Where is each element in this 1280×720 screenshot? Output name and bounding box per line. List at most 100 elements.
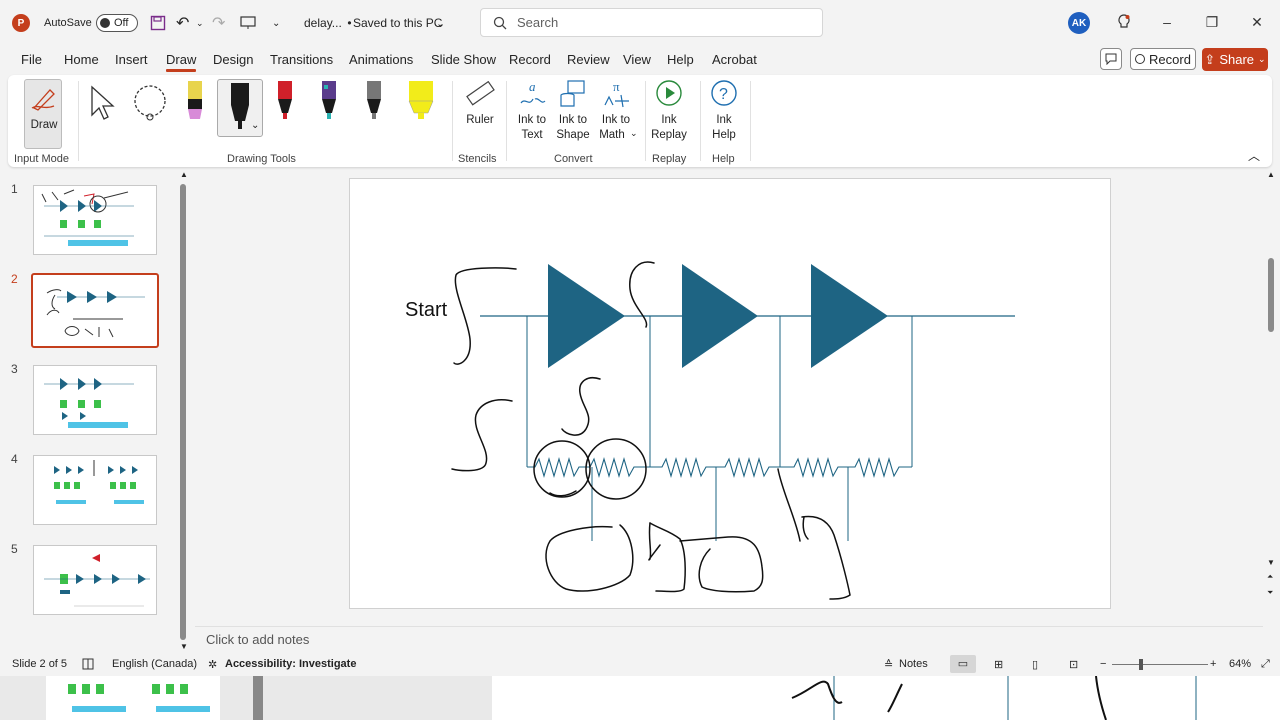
slide-info[interactable]: Slide 2 of 5 xyxy=(12,658,67,670)
tab-home[interactable]: Home xyxy=(64,52,99,67)
autosave-label: AutoSave xyxy=(44,17,92,29)
accessibility-icon[interactable]: ✲ xyxy=(208,658,217,671)
lasso-select-icon[interactable] xyxy=(132,83,168,126)
tab-transitions[interactable]: Transitions xyxy=(270,52,333,67)
collapse-ribbon-icon[interactable]: ︿ xyxy=(1248,147,1260,164)
pen-red-icon[interactable] xyxy=(276,81,294,126)
ink-to-math-dropdown-icon[interactable]: ⌄ xyxy=(630,128,638,139)
minimize-icon[interactable]: – xyxy=(1155,10,1179,34)
slide-thumbnail-3[interactable] xyxy=(33,365,157,435)
slide-thumbnail-2[interactable] xyxy=(31,273,159,348)
close-icon[interactable]: ✕ xyxy=(1245,10,1269,34)
notes-button[interactable]: Notes xyxy=(899,658,928,670)
notes-pane[interactable]: Click to add notes xyxy=(195,626,1263,654)
tab-slide-show[interactable]: Slide Show xyxy=(431,52,496,67)
slide-thumbnail-1[interactable] xyxy=(33,185,157,255)
autosave-state: Off xyxy=(114,17,129,29)
tab-review[interactable]: Review xyxy=(567,52,610,67)
ink-replay-button[interactable]: Ink Replay xyxy=(649,79,689,147)
restore-icon[interactable]: ❐ xyxy=(1200,10,1224,34)
group-drawing-tools: Drawing Tools xyxy=(227,153,296,165)
autosave-toggle[interactable]: Off xyxy=(96,0,138,46)
slide-scroll-thumb[interactable] xyxy=(1268,258,1274,332)
fit-to-window-icon[interactable]: ⤢ xyxy=(1261,658,1270,671)
svg-text:π: π xyxy=(613,79,620,94)
slide-thumbnail-5[interactable] xyxy=(33,545,157,615)
customize-toolbar-icon[interactable]: ⌄ xyxy=(272,0,280,46)
spelling-icon[interactable] xyxy=(82,658,94,673)
slideshow-view-icon[interactable]: ⊡ xyxy=(1069,658,1078,671)
ink-to-text-label-1: Ink to xyxy=(517,114,547,126)
svg-text:?: ? xyxy=(719,86,728,103)
save-icon[interactable] xyxy=(150,0,166,46)
pen-options-icon[interactable]: ⌄ xyxy=(251,120,259,131)
slide-scroll-down-icon[interactable]: ▼ xyxy=(1267,558,1275,567)
group-input-mode: Input Mode xyxy=(14,153,70,165)
redo-icon[interactable]: ↷ xyxy=(212,0,225,46)
save-status[interactable]: Saved to this PC xyxy=(353,0,442,46)
notes-icon[interactable]: ≙ xyxy=(884,658,893,671)
slide-thumbnail-panel: 1 2 3 4 5 xyxy=(0,170,192,654)
slide-thumbnail-4[interactable] xyxy=(33,455,157,525)
scroll-up-icon[interactable]: ▲ xyxy=(180,170,188,179)
tab-file[interactable]: File xyxy=(21,52,42,67)
thumbnail-scroll-thumb[interactable] xyxy=(180,184,186,640)
status-bar: Slide 2 of 5 English (Canada) ✲ Accessib… xyxy=(0,654,1280,676)
ink-to-text-button[interactable]: a Ink to Text xyxy=(512,79,552,147)
tab-record[interactable]: Record xyxy=(509,52,551,67)
highlighter-yellow-icon[interactable] xyxy=(408,81,434,126)
undo-icon[interactable]: ↶ xyxy=(176,0,189,46)
share-button[interactable]: ⇪ Share ⌄ xyxy=(1202,48,1268,71)
slide-canvas[interactable]: Start xyxy=(349,178,1111,609)
slide-sorter-icon[interactable]: ⊞ xyxy=(994,658,1003,671)
accessibility-status[interactable]: Accessibility: Investigate xyxy=(225,658,356,670)
reading-view-icon[interactable]: ▯ xyxy=(1032,658,1038,671)
lightbulb-icon[interactable] xyxy=(1112,10,1136,34)
slide-number-5: 5 xyxy=(11,542,18,556)
pen-black-icon xyxy=(231,83,249,129)
next-slide-icon[interactable]: ⏷ xyxy=(1267,588,1273,598)
pencil-tool-icon[interactable] xyxy=(186,81,204,126)
ink-to-shape-button[interactable]: Ink to Shape xyxy=(553,79,593,147)
scroll-down-icon[interactable]: ▼ xyxy=(180,642,188,651)
tab-acrobat[interactable]: Acrobat xyxy=(712,52,757,67)
tab-help[interactable]: Help xyxy=(667,52,694,67)
zoom-slider-thumb[interactable] xyxy=(1139,659,1143,670)
previous-slide-icon[interactable]: ⏶ xyxy=(1267,572,1273,582)
ink-replay-label-2: Replay xyxy=(651,129,687,141)
avatar[interactable]: AK xyxy=(1068,12,1090,34)
search-input[interactable]: Search xyxy=(480,8,823,37)
pen-tool-selected[interactable]: ⌄ xyxy=(217,79,263,137)
ink-help-button[interactable]: ? Ink Help xyxy=(704,79,744,147)
undo-dropdown-icon[interactable]: ⌄ xyxy=(196,0,204,46)
thumbnail-scrollbar[interactable]: ▲ ▼ xyxy=(178,170,188,652)
select-cursor-icon[interactable] xyxy=(88,83,118,126)
zoom-in-icon[interactable]: + xyxy=(1210,658,1216,670)
zoom-out-icon[interactable]: − xyxy=(1100,658,1106,670)
zoom-level[interactable]: 64% xyxy=(1229,658,1251,670)
comments-icon[interactable] xyxy=(1100,48,1122,70)
ruler-button[interactable]: Ruler xyxy=(460,79,500,139)
slide-scroll-up-icon[interactable]: ▲ xyxy=(1267,170,1275,179)
ink-to-math-button[interactable]: π Ink to Math ⌄ xyxy=(594,79,638,147)
slide-number-2: 2 xyxy=(11,272,18,286)
language[interactable]: English (Canada) xyxy=(112,658,197,670)
tab-view[interactable]: View xyxy=(623,52,651,67)
present-icon[interactable] xyxy=(240,0,256,46)
slide-scrollbar[interactable]: ▲ ▼ ⏶ ⏷ xyxy=(1264,170,1278,626)
tab-animations[interactable]: Animations xyxy=(349,52,413,67)
search-placeholder: Search xyxy=(517,15,559,30)
tab-design[interactable]: Design xyxy=(213,52,253,67)
ribbon: Draw Input Mode ⌄ Drawing Tools Ruler St… xyxy=(8,75,1272,167)
zoom-slider[interactable] xyxy=(1112,664,1208,665)
tab-draw[interactable]: Draw xyxy=(166,52,196,67)
document-title[interactable]: delay... xyxy=(304,0,342,46)
pen-gray-icon[interactable] xyxy=(365,81,383,126)
title-dropdown-icon[interactable]: ⌄ xyxy=(436,0,445,46)
active-tab-indicator xyxy=(166,69,196,72)
tab-insert[interactable]: Insert xyxy=(115,52,148,67)
draw-mode-button[interactable]: Draw xyxy=(24,79,62,149)
pen-galaxy-icon[interactable] xyxy=(320,81,338,126)
normal-view-icon[interactable]: ▭ xyxy=(950,655,976,673)
record-button[interactable]: Record xyxy=(1130,48,1196,70)
